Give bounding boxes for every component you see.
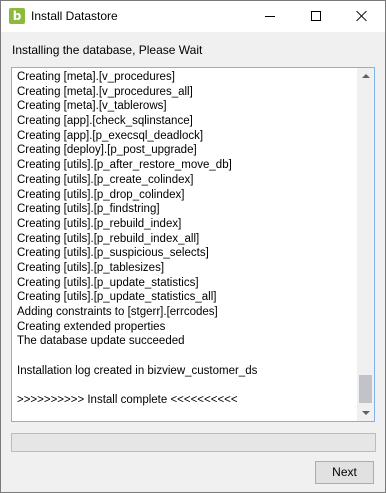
log-line: Creating [utils].[p_update_statistics] (17, 276, 199, 289)
log-line: >>>>>>>>>> Install complete <<<<<<<<<< (17, 394, 238, 407)
log-line: Creating [deploy].[p_post_upgrade] (17, 144, 197, 157)
log-line: Creating [utils].[p_rebuild_index_all] (17, 232, 200, 245)
title-bar[interactable]: b Install Datastore (1, 1, 385, 32)
minimize-button[interactable] (247, 1, 293, 32)
log-line: Creating [meta].[v_tablerows] (17, 100, 167, 113)
status-label: Installing the database, Please Wait (12, 43, 203, 57)
maximize-button[interactable] (293, 1, 339, 32)
close-button[interactable] (339, 1, 385, 32)
install-datastore-window: b Install Datastore Installing the datab… (0, 0, 386, 493)
log-lines: Creating [meta].[v_procedures] Creating [… (17, 70, 357, 408)
install-progress-bar (11, 433, 376, 452)
log-line: Creating [utils].[p_drop_colindex] (17, 188, 185, 201)
log-line: The database update succeeded (17, 335, 185, 348)
app-icon-letter: b (12, 9, 22, 23)
log-line: Creating [app].[p_execsql_deadlock] (17, 129, 204, 142)
log-line: Creating [app].[check_sqlinstance] (17, 115, 193, 128)
log-line: Creating [utils].[p_tablesizes] (17, 261, 165, 274)
scroll-down-arrow-icon[interactable] (357, 404, 374, 421)
log-line: Creating [utils].[p_findstring] (17, 203, 160, 216)
window-title: Install Datastore (31, 9, 118, 23)
log-line: Creating [meta].[v_procedures_all] (17, 85, 193, 98)
log-line: Adding constraints to [stgerr].[errcodes… (17, 306, 218, 318)
log-line (17, 378, 357, 393)
maximize-icon (311, 11, 321, 21)
log-line: Creating [utils].[p_suspicious_selects] (17, 247, 209, 260)
log-line: Creating [utils].[p_create_colindex] (17, 173, 194, 186)
log-vertical-scrollbar[interactable] (357, 68, 374, 421)
log-line: Creating [utils].[p_rebuild_index] (17, 217, 182, 230)
log-line (17, 349, 357, 364)
log-line: Creating [utils].[p_update_statistics_al… (17, 291, 217, 304)
log-line: Creating [utils].[p_after_restore_move_d… (17, 159, 232, 172)
scrollbar-thumb[interactable] (359, 375, 372, 403)
close-icon (356, 10, 368, 22)
datastore-b-icon: b (9, 8, 25, 24)
log-line: Creating extended properties (17, 320, 166, 333)
log-line: Installation log created in bizview_cust… (17, 364, 258, 377)
next-button[interactable]: Next (315, 461, 374, 484)
install-log-textbox[interactable]: Creating [meta].[v_procedures] Creating [… (11, 67, 375, 422)
log-line: Creating [meta].[v_procedures] (17, 71, 175, 83)
minimize-icon (265, 16, 275, 17)
scroll-up-arrow-icon[interactable] (357, 68, 374, 85)
